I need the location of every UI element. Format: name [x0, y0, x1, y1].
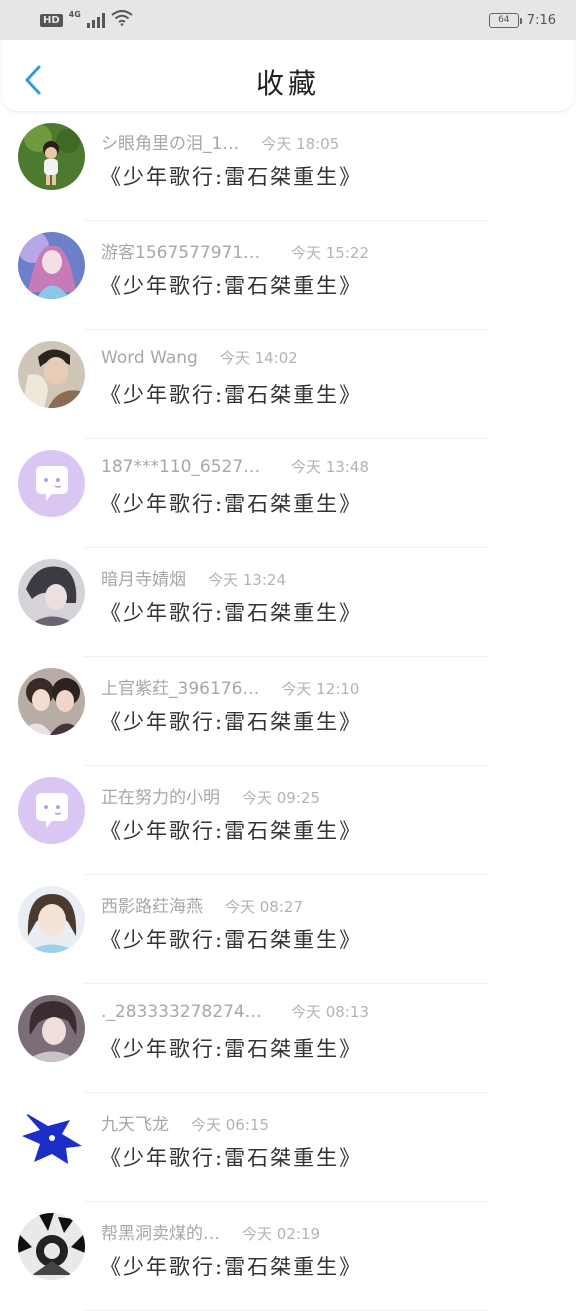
clock: 7:16	[526, 12, 556, 28]
avatar[interactable]	[18, 995, 85, 1062]
list-item[interactable]: 暗月寺婧烟 今天 13:24 《少年歌行:雷石桀重生》	[0, 548, 576, 657]
item-meta: 正在努力的小明 今天 09:25	[101, 783, 401, 808]
avatar[interactable]	[18, 1213, 85, 1280]
username: 九天飞龙	[101, 1115, 169, 1135]
app-header: 收藏	[2, 40, 574, 112]
username: 帮黑洞卖煤的…	[101, 1224, 220, 1244]
timestamp: 今天 08:27	[225, 898, 303, 916]
avatar[interactable]	[18, 668, 85, 735]
timestamp: 今天 18:05	[261, 135, 340, 153]
username: 游客1567577971616	[101, 243, 269, 263]
timestamp: 今天 09:25	[242, 789, 320, 807]
username: Word Wang	[101, 348, 198, 368]
avatar[interactable]	[18, 341, 85, 408]
list-item[interactable]: ._283333278274022… 今天 08:13 《少年歌行:雷石桀重生》	[0, 984, 576, 1093]
list-item[interactable]: 187***110_6527025… 今天 13:48 《少年歌行:雷石桀重生》	[0, 439, 576, 548]
item-meta: シ眼角里の泪_1… 今天 18:05	[101, 129, 401, 154]
item-meta: 上官紫荭_396176… 今天 12:10	[101, 674, 401, 699]
item-meta: 游客1567577971616 今天 15:22	[101, 238, 401, 263]
item-meta: 暗月寺婧烟 今天 13:24	[101, 565, 401, 590]
timestamp: 今天 08:13	[291, 1003, 369, 1021]
list-item[interactable]: 西影路荭海燕 今天 08:27 《少年歌行:雷石桀重生》	[0, 875, 576, 984]
timestamp: 今天 15:22	[291, 244, 369, 262]
book-title: 《少年歌行:雷石桀重生》	[100, 928, 363, 952]
book-title: 《少年歌行:雷石桀重生》	[100, 165, 363, 189]
book-title: 《少年歌行:雷石桀重生》	[100, 819, 363, 843]
favorites-list: シ眼角里の泪_1… 今天 18:05 《少年歌行:雷石桀重生》 游客156757797…	[0, 112, 576, 1311]
avatar[interactable]	[18, 886, 85, 953]
list-item[interactable]: 游客1567577971616 今天 15:22 《少年歌行:雷石桀重生》	[0, 221, 576, 330]
book-title: 《少年歌行:雷石桀重生》	[100, 492, 363, 516]
wifi-icon	[111, 10, 133, 30]
username: 正在努力的小明	[101, 788, 220, 808]
timestamp: 今天 14:02	[219, 349, 298, 367]
timestamp: 今天 12:10	[281, 680, 360, 698]
book-title: 《少年歌行:雷石桀重生》	[100, 1255, 363, 1279]
item-meta: ._283333278274022… 今天 08:13	[101, 1001, 401, 1022]
username: 187***110_6527025…	[101, 457, 269, 477]
avatar[interactable]	[18, 777, 85, 844]
avatar[interactable]	[18, 232, 85, 299]
signal-icon	[86, 12, 105, 28]
battery-icon: 64	[488, 12, 522, 28]
book-title: 《少年歌行:雷石桀重生》	[100, 1037, 363, 1061]
book-title: 《少年歌行:雷石桀重生》	[100, 383, 363, 407]
item-meta: 帮黑洞卖煤的… 今天 02:19	[101, 1219, 401, 1244]
list-item[interactable]: 帮黑洞卖煤的… 今天 02:19 《少年歌行:雷石桀重生》	[0, 1202, 576, 1311]
hd-indicator: HD	[40, 13, 63, 27]
username: ._283333278274022…	[101, 1002, 269, 1022]
timestamp: 今天 13:24	[208, 571, 286, 589]
status-right: 64 7:16	[488, 12, 556, 28]
status-bar: HD 4G 64 7:16	[0, 0, 576, 40]
avatar[interactable]	[18, 559, 85, 626]
avatar[interactable]	[18, 450, 85, 517]
list-item[interactable]: 九天飞龙 今天 06:15 《少年歌行:雷石桀重生》	[0, 1093, 576, 1202]
username: シ眼角里の泪_1…	[101, 134, 240, 154]
username: 暗月寺婧烟	[101, 570, 186, 590]
item-meta: 九天飞龙 今天 06:15	[101, 1110, 401, 1135]
avatar[interactable]	[18, 1104, 85, 1171]
timestamp: 今天 02:19	[242, 1225, 320, 1243]
page-title: 收藏	[255, 67, 320, 100]
status-left: HD 4G	[40, 10, 133, 30]
avatar[interactable]	[18, 123, 85, 190]
book-title: 《少年歌行:雷石桀重生》	[100, 1146, 363, 1170]
username: 上官紫荭_396176…	[101, 679, 260, 699]
book-title: 《少年歌行:雷石桀重生》	[100, 601, 363, 625]
username: 西影路荭海燕	[101, 897, 203, 917]
timestamp: 今天 06:15	[191, 1116, 269, 1134]
list-item[interactable]: Word Wang 今天 14:02 《少年歌行:雷石桀重生》	[0, 330, 576, 439]
book-title: 《少年歌行:雷石桀重生》	[100, 710, 363, 734]
book-title: 《少年歌行:雷石桀重生》	[100, 274, 363, 298]
list-item[interactable]: 正在努力的小明 今天 09:25 《少年歌行:雷石桀重生》	[0, 766, 576, 875]
item-meta: 西影路荭海燕 今天 08:27	[101, 892, 401, 917]
timestamp: 今天 13:48	[291, 458, 369, 476]
item-meta: 187***110_6527025… 今天 13:48	[101, 456, 401, 477]
item-meta: Word Wang 今天 14:02	[101, 347, 401, 368]
list-item[interactable]: シ眼角里の泪_1… 今天 18:05 《少年歌行:雷石桀重生》	[0, 112, 576, 221]
network-type: 4G	[68, 9, 81, 19]
list-item[interactable]: 上官紫荭_396176… 今天 12:10 《少年歌行:雷石桀重生》	[0, 657, 576, 766]
